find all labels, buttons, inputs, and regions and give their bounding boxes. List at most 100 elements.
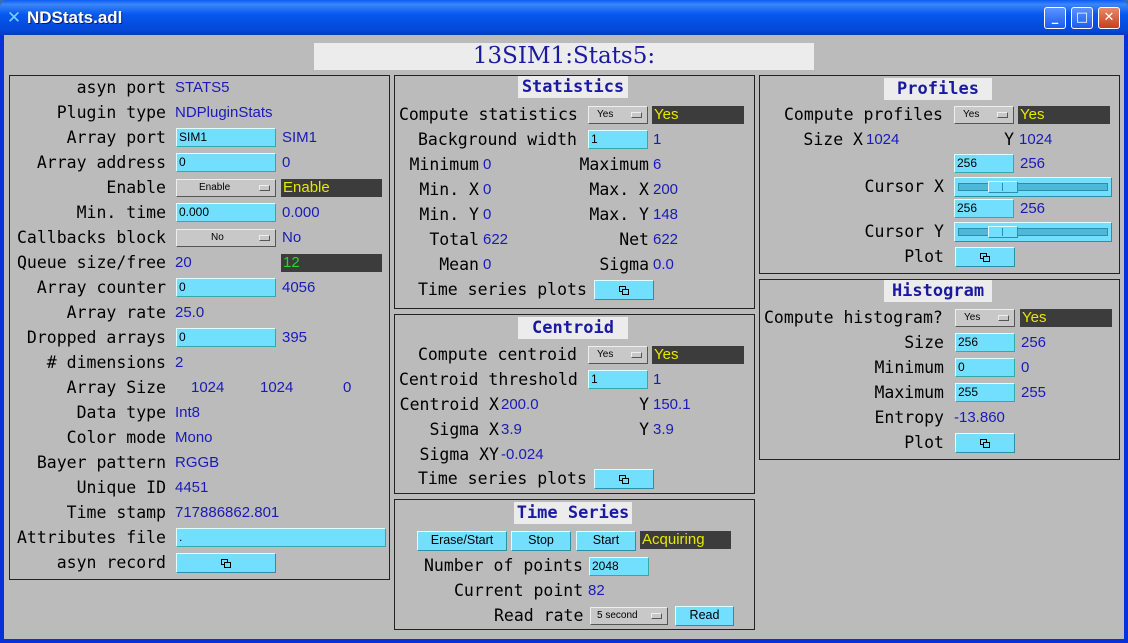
array-size-z: 0 [343,379,352,396]
minimum-value: 0 [483,156,492,173]
array-rate-value: 25.0 [175,304,205,321]
compute-centroid-menu[interactable]: Yes [588,346,648,364]
centroid-threshold-input[interactable]: 1 [588,370,648,389]
current-point-label: Current point [454,581,584,600]
cursor-y-input[interactable]: 256 [954,199,1014,218]
array-port-label: Array port [66,128,166,147]
centroid-title: Centroid [518,317,628,339]
maximize-button[interactable]: □ [1071,7,1093,29]
close-icon: ✕ [1103,10,1115,25]
min-time-input[interactable]: 0.000 [176,203,276,222]
callbacks-block-label: Callbacks block [16,228,166,247]
array-size-x: 1024 [191,379,225,396]
dropped-arrays-input[interactable]: 0 [176,328,276,347]
total-value: 622 [483,231,509,248]
array-rate-label: Array rate [66,303,166,322]
histogram-title: Histogram [884,280,992,302]
array-port-readback: SIM1 [282,129,318,146]
max-x-label: Max. X [589,180,649,199]
menu-indicator-icon [631,112,642,118]
compute-profiles-menu[interactable]: Yes [954,106,1014,124]
enable-menu[interactable]: Enable [176,179,276,197]
compute-histogram-menu-value: Yes [964,312,981,323]
profiles-title: Profiles [884,78,992,100]
centroid-x-value: 200.0 [501,396,539,413]
cursor-x-readback: 256 [1020,155,1046,172]
plugin-type-label: Plugin type [56,103,166,122]
histogram-maximum-readback: 255 [1021,384,1047,401]
number-of-points-input[interactable]: 2048 [589,557,649,576]
histogram-maximum-input[interactable]: 255 [955,383,1015,402]
background-width-input[interactable]: 1 [588,130,648,149]
cursor-x-input[interactable]: 256 [954,154,1014,173]
compute-histogram-menu[interactable]: Yes [955,309,1015,327]
max-x-value: 200 [653,181,679,198]
compute-centroid-menu-value: Yes [597,349,614,360]
time-stamp-label: Time stamp [66,503,166,522]
close-button[interactable]: ✕ [1098,7,1120,29]
slider-trough [958,183,1108,191]
slider-knob[interactable] [988,181,1018,193]
compute-centroid-label: Compute centroid [418,345,577,364]
min-x-label: Min. X [419,180,479,199]
compute-centroid-status: Yes [652,346,744,364]
related-display-icon [220,559,232,569]
callbacks-block-menu[interactable]: No [176,229,276,247]
number-of-points-label: Number of points [424,556,583,575]
array-counter-readback: 4056 [282,279,316,296]
statistics-ts-plots-button[interactable] [594,280,654,300]
max-y-value: 148 [653,206,679,223]
cursor-y-slider[interactable] [954,222,1112,242]
cursor-x-label: Cursor X [864,177,944,196]
centroid-ts-plots-label: Time series plots [418,469,587,488]
minimize-button[interactable]: _ [1044,7,1066,29]
plugin-type-value: NDPluginStats [175,104,273,121]
array-counter-input[interactable]: 0 [176,278,276,297]
cursor-x-slider[interactable] [954,177,1112,197]
read-rate-menu-value: 5 second [597,610,638,621]
cursor-y-label: Cursor Y [864,222,944,241]
sigma-y-label: Y [639,420,649,439]
centroid-threshold-label: Centroid threshold [399,370,578,389]
centroid-y-value: 150.1 [653,396,691,413]
histogram-minimum-readback: 0 [1021,359,1030,376]
color-mode-label: Color mode [66,428,166,447]
histogram-minimum-input[interactable]: 0 [955,358,1015,377]
array-port-input[interactable]: SIM1 [176,128,276,147]
sigma-value: 0.0 [653,256,674,273]
compute-statistics-menu[interactable]: Yes [588,106,648,124]
array-size-y: 1024 [260,379,294,396]
title-bar[interactable]: ✕ NDStats.adl _ □ ✕ [0,0,1128,36]
mean-value: 0 [483,256,492,273]
histogram-size-input[interactable]: 256 [955,333,1015,352]
histogram-minimum-label: Minimum [874,358,944,377]
min-y-label: Min. Y [419,205,479,224]
centroid-y-label: Y [639,395,649,414]
attributes-file-input[interactable]: . [176,528,386,547]
background-width-label: Background width [418,130,577,149]
medm-display: 13SIM1:Stats5: asyn port STATS5 Plugin t… [4,35,1124,639]
profiles-plot-button[interactable] [955,247,1015,267]
array-address-input[interactable]: 0 [176,153,276,172]
asyn-port-label: asyn port [76,78,166,97]
stop-button[interactable]: Stop [511,531,571,551]
asyn-record-button[interactable] [176,553,276,573]
histogram-plot-button[interactable] [955,433,1015,453]
profiles-plot-label: Plot [904,247,944,266]
slider-knob[interactable] [988,226,1018,238]
size-y-label: Y [1004,130,1014,149]
dropped-arrays-label: Dropped arrays [26,328,166,347]
erase-start-button[interactable]: Erase/Start [417,531,507,551]
read-button[interactable]: Read [675,606,734,626]
centroid-ts-plots-button[interactable] [594,469,654,489]
size-x-label: Size X [803,130,863,149]
start-button[interactable]: Start [576,531,636,551]
read-rate-menu[interactable]: 5 second [590,607,668,625]
histogram-size-readback: 256 [1021,334,1047,351]
size-y-value: 1024 [1019,131,1053,148]
net-label: Net [619,230,649,249]
data-type-label: Data type [76,403,166,422]
menu-indicator-icon [259,185,270,191]
cursor-y-readback: 256 [1020,200,1046,217]
array-address-label: Array address [36,153,166,172]
